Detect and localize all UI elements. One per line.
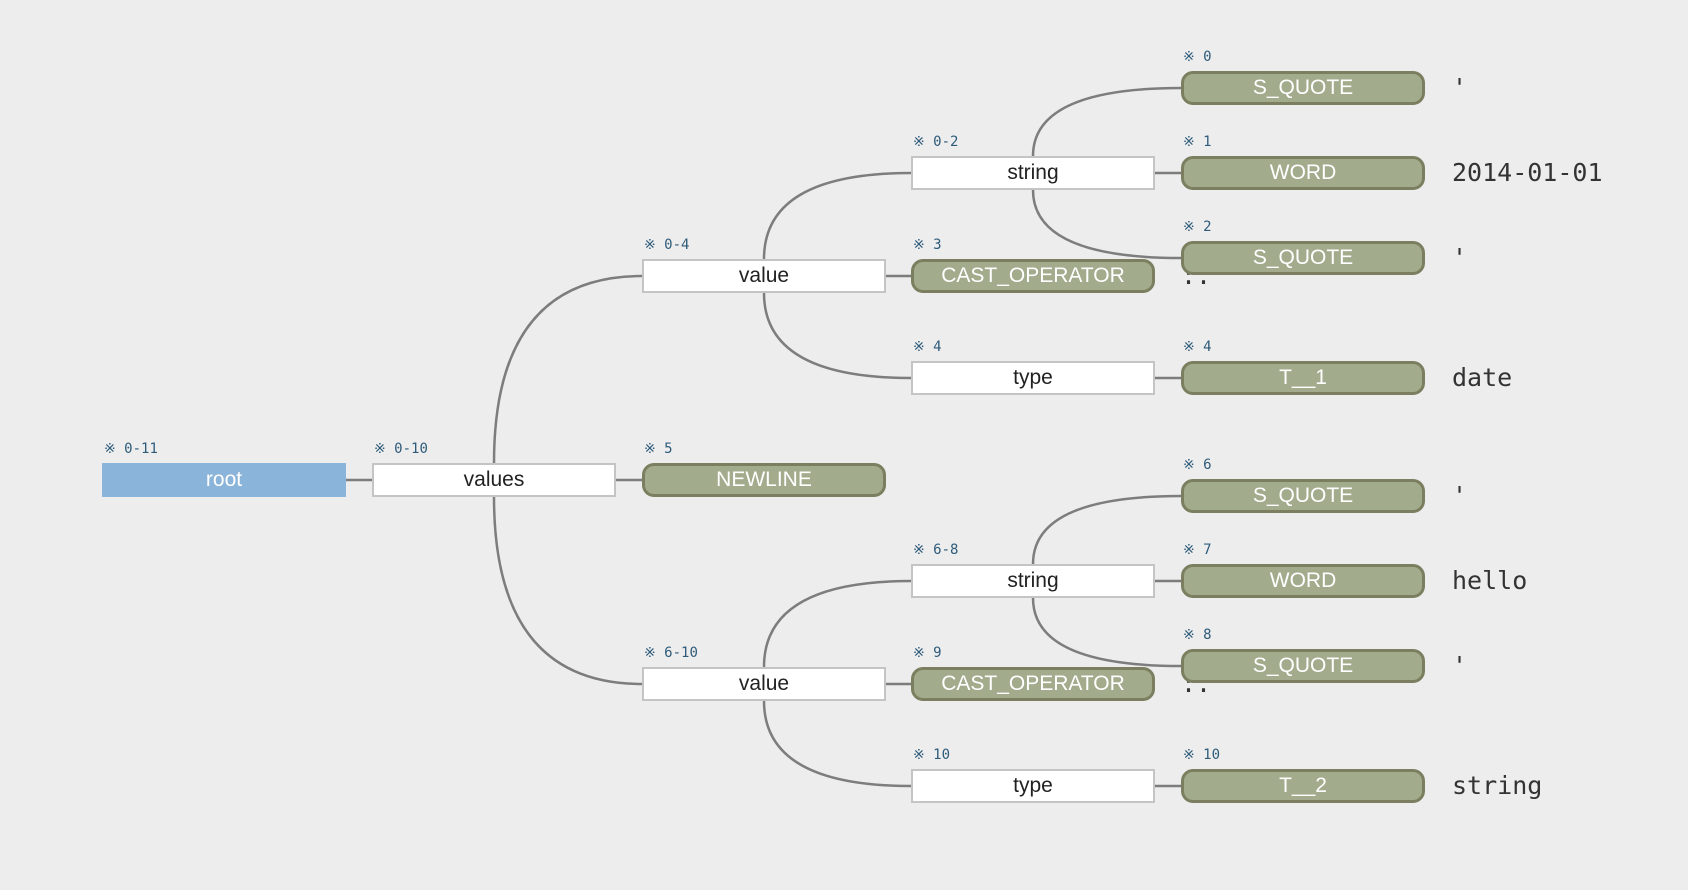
token-text: ' bbox=[1452, 243, 1468, 272]
parse-tree: :: ' 2014-01-01 ' date:: ' hello ' string ※ 0-11 r… bbox=[0, 0, 1688, 890]
node-s-quote[interactable]: S_QUOTE bbox=[1181, 71, 1425, 105]
node-values[interactable]: values bbox=[372, 463, 616, 497]
node-s-quote[interactable]: S_QUOTE bbox=[1181, 241, 1425, 275]
node-newline[interactable]: NEWLINE bbox=[642, 463, 886, 497]
node-string[interactable]: string bbox=[911, 564, 1155, 598]
range-label: ※ 5 bbox=[644, 441, 673, 457]
token-text: ' bbox=[1452, 481, 1468, 510]
range-label: ※ 7 bbox=[1183, 542, 1212, 558]
range-label: ※ 6 bbox=[1183, 457, 1212, 473]
range-label: ※ 1 bbox=[1183, 134, 1212, 150]
node-value[interactable]: value bbox=[642, 667, 886, 701]
range-label: ※ 10 bbox=[1183, 747, 1221, 763]
token-text: ' bbox=[1452, 651, 1468, 680]
token-text: 2014-01-01 bbox=[1452, 158, 1603, 187]
range-label: ※ 10 bbox=[913, 747, 951, 763]
node-type[interactable]: type bbox=[911, 769, 1155, 803]
node-cast-operator[interactable]: CAST_OPERATOR bbox=[911, 259, 1155, 293]
token-text: hello bbox=[1452, 566, 1528, 595]
range-label: ※ 0-10 bbox=[374, 441, 428, 457]
range-label: ※ 3 bbox=[913, 237, 942, 253]
range-label: ※ 4 bbox=[913, 339, 942, 355]
range-label: ※ 0-4 bbox=[644, 237, 690, 253]
node-s-quote[interactable]: S_QUOTE bbox=[1181, 649, 1425, 683]
range-label: ※ 4 bbox=[1183, 339, 1212, 355]
node-root[interactable]: root bbox=[102, 463, 346, 497]
range-label: ※ 8 bbox=[1183, 627, 1212, 643]
node-t-2[interactable]: T__2 bbox=[1181, 769, 1425, 803]
token-text: date bbox=[1452, 363, 1513, 392]
node-string[interactable]: string bbox=[911, 156, 1155, 190]
range-label: ※ 0 bbox=[1183, 49, 1212, 65]
range-label: ※ 6-10 bbox=[644, 645, 698, 661]
token-text: string bbox=[1452, 771, 1543, 800]
range-label: ※ 9 bbox=[913, 645, 942, 661]
node-cast-operator[interactable]: CAST_OPERATOR bbox=[911, 667, 1155, 701]
range-label: ※ 0-2 bbox=[913, 134, 959, 150]
range-label: ※ 0-11 bbox=[104, 441, 158, 457]
node-s-quote[interactable]: S_QUOTE bbox=[1181, 479, 1425, 513]
node-word[interactable]: WORD bbox=[1181, 156, 1425, 190]
token-text: ' bbox=[1452, 73, 1468, 102]
node-value[interactable]: value bbox=[642, 259, 886, 293]
range-label: ※ 6-8 bbox=[913, 542, 959, 558]
range-label: ※ 2 bbox=[1183, 219, 1212, 235]
node-word[interactable]: WORD bbox=[1181, 564, 1425, 598]
node-type[interactable]: type bbox=[911, 361, 1155, 395]
node-t-1[interactable]: T__1 bbox=[1181, 361, 1425, 395]
